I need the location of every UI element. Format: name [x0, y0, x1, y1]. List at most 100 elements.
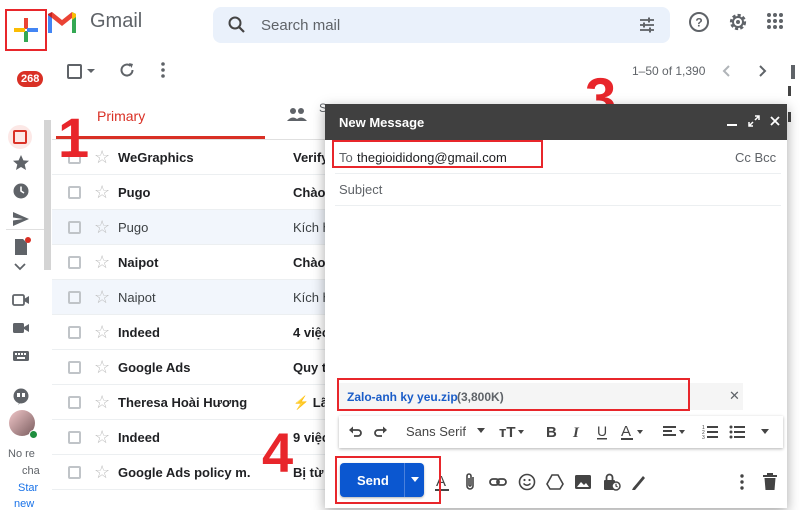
minimize-icon[interactable] — [725, 114, 739, 128]
svg-text:U: U — [597, 424, 607, 439]
underline-icon[interactable]: U — [595, 424, 609, 440]
mail-row[interactable]: ☆ Pugo Kích h — [52, 210, 325, 245]
star-icon[interactable]: ☆ — [94, 427, 110, 448]
row-checkbox[interactable] — [68, 396, 81, 409]
mail-row[interactable]: ☆ WeGraphics Verify — [52, 140, 325, 175]
mail-row[interactable]: ☆ Indeed 4 việc — [52, 315, 325, 350]
newer-page-icon[interactable] — [719, 62, 735, 80]
font-dropdown-caret-icon[interactable] — [477, 428, 485, 434]
italic-icon[interactable]: I — [570, 424, 584, 440]
settings-gear-icon[interactable] — [727, 11, 749, 33]
bulleted-list-icon[interactable] — [729, 424, 745, 440]
insert-drive-file-icon[interactable] — [545, 472, 565, 492]
mail-row[interactable]: ☆ Theresa Hoài Hương ⚡ Lã — [52, 385, 325, 420]
row-subject: Verify — [293, 150, 325, 165]
google-apps-icon[interactable] — [766, 12, 784, 30]
refresh-icon[interactable] — [118, 61, 136, 79]
compose-button[interactable] — [5, 9, 47, 51]
pagination-range[interactable]: 1–50 of 1,390 — [632, 64, 705, 78]
star-icon[interactable]: ☆ — [94, 147, 110, 168]
more-formatting-caret-icon[interactable] — [761, 429, 769, 435]
row-checkbox[interactable] — [68, 431, 81, 444]
row-checkbox[interactable] — [68, 326, 81, 339]
star-icon[interactable]: ☆ — [94, 322, 110, 343]
mail-row[interactable]: ☆ Pugo Chào — [52, 175, 325, 210]
star-icon[interactable]: ☆ — [94, 287, 110, 308]
star-icon[interactable]: ☆ — [94, 462, 110, 483]
older-page-icon[interactable] — [754, 62, 770, 80]
online-status-dot — [29, 430, 38, 439]
row-subject: Kích h — [293, 290, 325, 305]
undo-icon[interactable] — [347, 424, 363, 440]
app-name[interactable]: Gmail — [90, 10, 142, 33]
insert-link-icon[interactable] — [488, 472, 508, 492]
attach-files-icon[interactable] — [462, 472, 478, 492]
help-icon[interactable]: ? — [688, 11, 710, 33]
cc-bcc-link[interactable]: Cc Bcc — [735, 150, 776, 165]
select-menu-caret-icon[interactable] — [86, 66, 96, 76]
tab-social[interactable]: S — [265, 92, 327, 139]
font-family-select[interactable]: Sans Serif — [406, 424, 466, 439]
row-checkbox[interactable] — [68, 361, 81, 374]
text-size-icon[interactable]: тT — [499, 423, 525, 441]
more-options-icon[interactable] — [155, 61, 171, 79]
star-icon[interactable]: ☆ — [94, 182, 110, 203]
row-checkbox[interactable] — [68, 256, 81, 269]
inbox-rail-item[interactable] — [8, 125, 32, 149]
close-icon[interactable] — [769, 115, 781, 127]
bold-icon[interactable]: B — [544, 424, 558, 440]
drafts-icon[interactable] — [11, 237, 31, 257]
star-icon[interactable]: ☆ — [94, 217, 110, 238]
mail-row[interactable]: ☆ Naipot Chào — [52, 245, 325, 280]
row-checkbox[interactable] — [68, 291, 81, 304]
insert-signature-icon[interactable] — [629, 472, 649, 492]
insert-emoji-icon[interactable] — [517, 472, 537, 492]
row-subject: 9 việc — [293, 430, 325, 445]
insert-photo-icon[interactable] — [573, 472, 593, 492]
search-icon[interactable] — [227, 15, 247, 35]
row-checkbox[interactable] — [68, 221, 81, 234]
search-bar[interactable] — [213, 7, 670, 43]
row-checkbox[interactable] — [68, 466, 81, 479]
row-subject: Chào — [293, 185, 325, 200]
sent-icon[interactable] — [11, 209, 31, 229]
star-icon[interactable]: ☆ — [94, 252, 110, 273]
subject-field[interactable] — [339, 182, 759, 197]
row-subject: 4 việc — [293, 325, 325, 340]
mail-row[interactable]: ☆ Google Ads Quy tắ — [52, 350, 325, 385]
meet-new-meeting-icon[interactable] — [11, 290, 31, 310]
select-all-checkbox[interactable] — [67, 64, 82, 79]
discard-draft-icon[interactable] — [762, 472, 778, 492]
redo-icon[interactable] — [373, 424, 389, 440]
star-icon[interactable]: ☆ — [94, 392, 110, 413]
more-send-options-icon[interactable] — [738, 472, 746, 492]
meet-join-icon[interactable] — [11, 318, 31, 338]
tab-primary-label: Primary — [97, 108, 146, 124]
more-labels-chevron-icon[interactable] — [13, 262, 27, 272]
gmail-logo[interactable] — [46, 9, 78, 35]
rail-scrollbar[interactable] — [44, 120, 51, 270]
star-icon[interactable]: ☆ — [94, 357, 110, 378]
starred-icon[interactable] — [11, 153, 31, 173]
start-chat-link[interactable]: Star — [18, 482, 38, 494]
row-sender: WeGraphics — [118, 150, 194, 165]
subject-row[interactable] — [335, 174, 781, 206]
text-color-icon[interactable]: A — [621, 424, 645, 440]
full-screen-icon[interactable] — [747, 114, 761, 128]
confidential-mode-icon[interactable] — [601, 472, 621, 492]
snoozed-clock-icon[interactable] — [11, 181, 31, 201]
hangouts-icon[interactable] — [11, 387, 31, 407]
keyboard-icon[interactable] — [11, 346, 31, 366]
compose-header[interactable]: New Message — [325, 104, 787, 140]
remove-attachment-icon[interactable]: ✕ — [729, 388, 740, 404]
align-icon[interactable] — [663, 424, 687, 440]
svg-text:A: A — [621, 424, 631, 440]
mail-row[interactable]: ☆ Naipot Kích h — [52, 280, 325, 315]
new-chat-link[interactable]: new — [14, 498, 34, 510]
numbered-list-icon[interactable]: 123 — [702, 424, 718, 440]
page-scrollbar[interactable] — [786, 60, 800, 508]
svg-text:3: 3 — [702, 435, 705, 440]
row-checkbox[interactable] — [68, 186, 81, 199]
search-input[interactable] — [261, 13, 621, 37]
search-options-icon[interactable] — [637, 15, 657, 35]
